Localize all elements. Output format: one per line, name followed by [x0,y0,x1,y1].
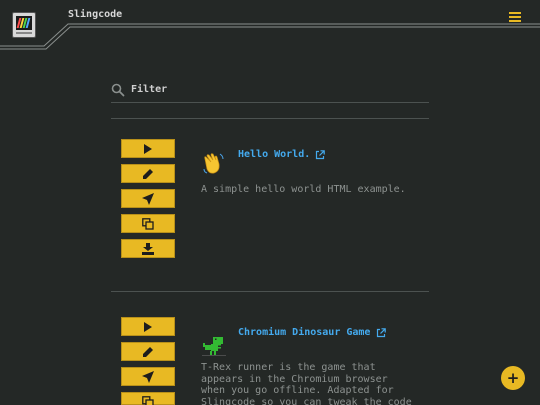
play-icon [144,321,152,332]
download-button[interactable] [121,239,175,258]
copy-icon [142,395,154,405]
app-page: Slingcode Filter Hello World. A simple h… [0,0,540,405]
computer-logo-icon[interactable] [12,12,36,38]
edit-button[interactable] [121,164,175,183]
send-button[interactable] [121,367,175,386]
external-link-icon[interactable] [315,150,325,160]
filter-bar [111,78,429,103]
filter-input[interactable] [131,80,421,98]
app-description: T-Rex runner is the game that appears in… [201,362,412,405]
external-link-icon[interactable] [376,328,386,338]
edit-button[interactable] [121,342,175,361]
app-title-link[interactable]: Chromium Dinosaur Game [238,327,370,338]
play-icon [144,143,152,154]
run-button[interactable] [121,317,175,336]
app-title-link[interactable]: Hello World. [238,149,310,160]
add-app-button[interactable]: + [501,366,525,390]
divider [111,118,429,119]
green-dinosaur-icon [202,337,226,356]
send-button[interactable] [121,189,175,208]
pencil-icon [143,346,153,357]
copy-icon [142,217,154,230]
duplicate-button[interactable] [121,392,175,405]
paper-plane-icon [142,192,154,205]
waving-hand-icon [203,153,224,174]
divider [111,291,429,292]
duplicate-button[interactable] [121,214,175,233]
search-icon [111,83,125,97]
pencil-icon [143,168,153,179]
hamburger-menu-icon[interactable] [508,10,522,24]
run-button[interactable] [121,139,175,158]
paper-plane-icon [142,370,154,383]
download-icon [142,242,154,255]
app-title: Slingcode [68,9,123,20]
app-description: A simple hello world HTML example. [201,184,406,195]
header-decoration [0,23,540,50]
